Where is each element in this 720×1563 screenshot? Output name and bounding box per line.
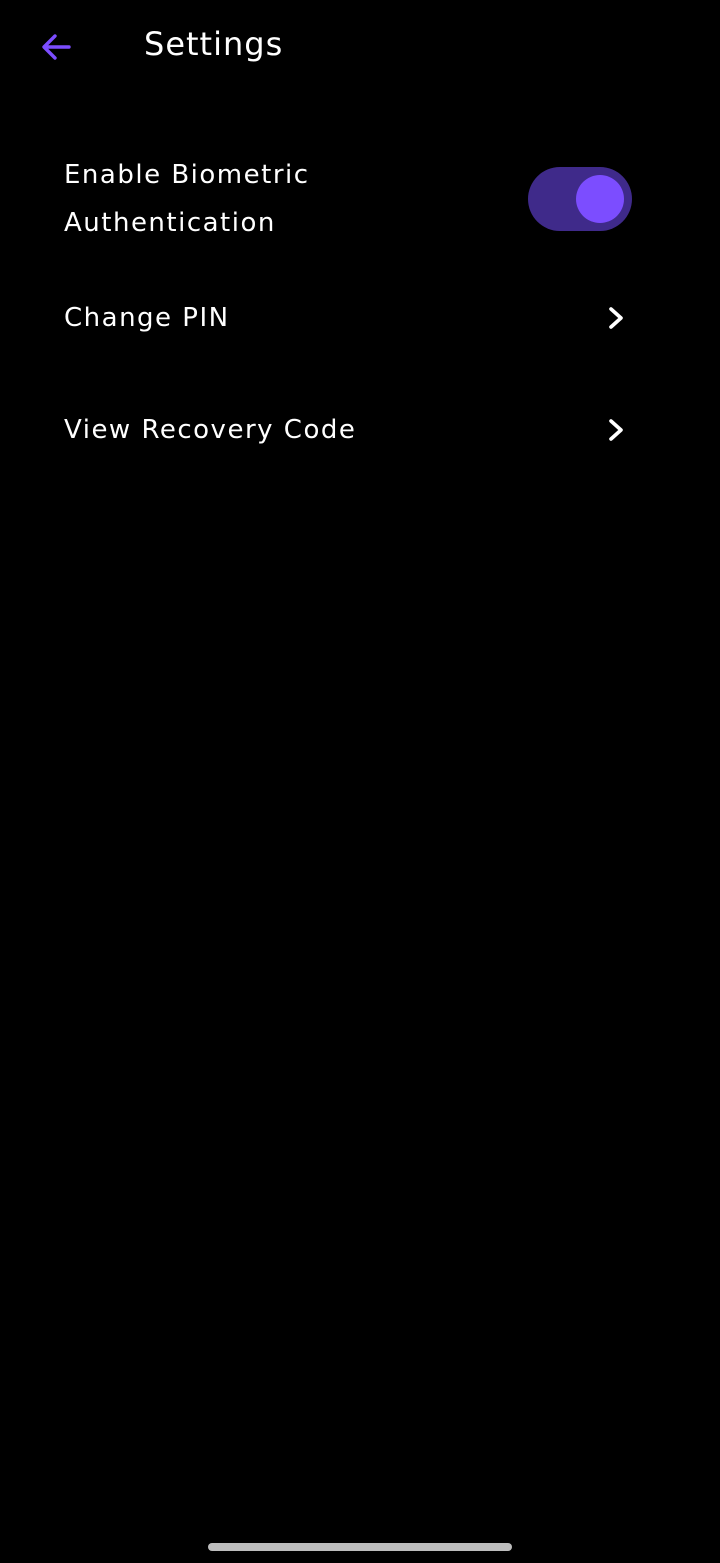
recovery-code-label: View Recovery Code xyxy=(64,415,357,445)
back-button[interactable] xyxy=(28,22,84,72)
view-recovery-code-row[interactable]: View Recovery Code xyxy=(0,378,720,482)
change-pin-row[interactable]: Change PIN xyxy=(0,258,720,378)
chevron-right-icon xyxy=(604,302,628,334)
page-title: Settings xyxy=(144,25,284,63)
chevron-right-icon xyxy=(604,414,628,446)
settings-list: Enable Biometric Authentication Change P… xyxy=(0,140,720,482)
change-pin-label: Change PIN xyxy=(64,303,230,333)
home-indicator[interactable] xyxy=(208,1543,512,1551)
app-bar: Settings xyxy=(0,0,720,92)
biometric-toggle[interactable] xyxy=(528,167,632,231)
arrow-left-icon xyxy=(42,34,71,60)
biometric-label: Enable Biometric Authentication xyxy=(64,160,310,238)
biometric-setting-row[interactable]: Enable Biometric Authentication xyxy=(0,140,720,258)
toggle-knob xyxy=(576,175,624,223)
